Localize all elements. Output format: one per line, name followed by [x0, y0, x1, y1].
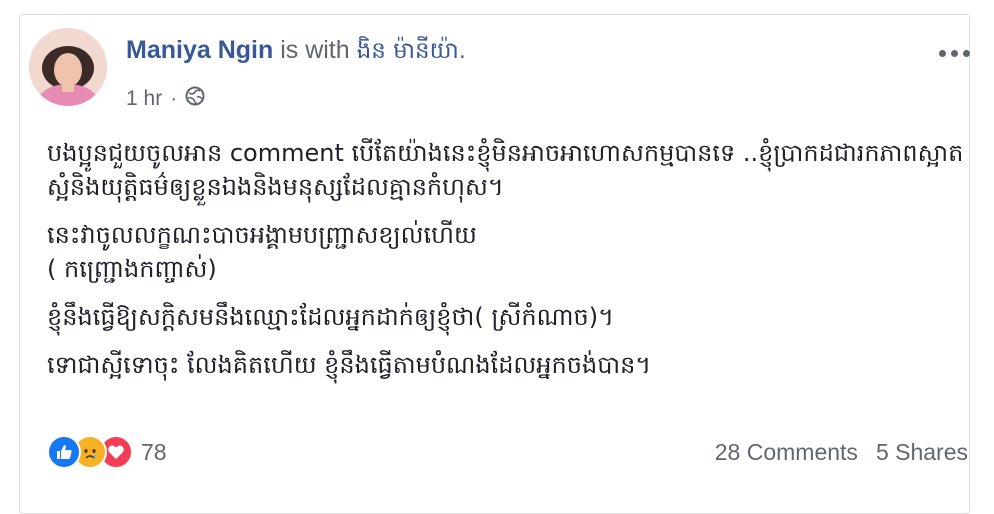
timestamp[interactable]: 1 hr [126, 87, 162, 111]
post-meta: 1 hr · [126, 86, 205, 112]
author-line: Maniya Ngin is with ងិន ម៉ានីយ៉ា. [126, 36, 466, 70]
more-options-icon[interactable] [934, 38, 974, 68]
comments-link[interactable]: 28 Comments [715, 439, 858, 466]
post-paragraph-5: ទោជាស្អីទោចុះ លែងគិតហើយ ខ្ញុំនឹងធ្វើតាមប… [47, 351, 652, 379]
globe-icon[interactable] [185, 86, 205, 112]
meta-separator: · [170, 87, 178, 110]
engagement-counts: 28 Comments 5 Shares [715, 439, 968, 466]
post-header: Maniya Ngin is with ងិន ម៉ានីយ៉ា. 1 hr · [29, 28, 974, 110]
tagged-suffix: . [458, 36, 466, 64]
tagged-person[interactable]: ងិន ម៉ានីយ៉ា [357, 38, 459, 64]
post-paragraph-1: បងប្អូនជួយចូលអាន comment បើតែយ៉ាងនេះខ្ញុ… [47, 139, 964, 201]
post-paragraph-3: ( កញ្ជ្រោងកញ្ចាស់) [47, 255, 217, 283]
post-paragraph-2: នេះវាចូលលក្ខណះបាចអង្គាមបញ្ជ្រាសខ្យល់ហើយ [47, 221, 477, 249]
post-footer: 78 28 Comments 5 Shares [47, 432, 968, 472]
author-name[interactable]: Maniya Ngin [126, 36, 273, 64]
avatar-image [29, 28, 107, 106]
reaction-count[interactable]: 78 [141, 439, 167, 466]
shares-link[interactable]: 5 Shares [876, 439, 968, 466]
avatar[interactable] [29, 28, 107, 106]
post-body: បងប្អូនជួយចូលអាន comment បើតែយ៉ាងនេះខ្ញុ… [47, 136, 964, 396]
reactions-summary[interactable]: 78 [47, 435, 167, 469]
like-reaction-icon [47, 435, 81, 469]
post-paragraph-4: ខ្ញុំនឹងធ្វើឱ្យសក្តិសមនឹងឈ្មោះដែលអ្នកដាក… [47, 303, 614, 331]
with-text: is with [280, 36, 350, 64]
